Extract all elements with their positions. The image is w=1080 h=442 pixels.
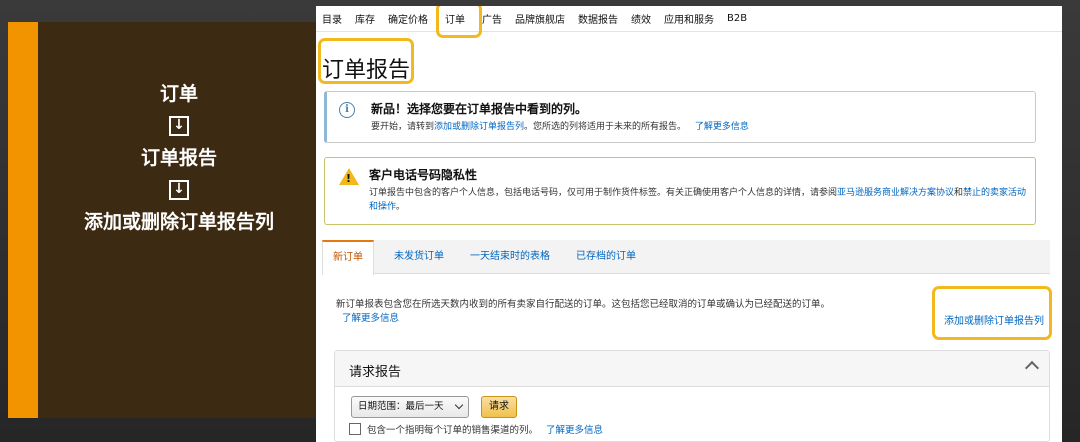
- warning-title: 客户电话号码隐私性: [369, 168, 478, 182]
- guide-steps: 订单 ↓ 订单报告 ↓ 添加或删除订单报告列: [38, 80, 320, 236]
- tab-archived-orders[interactable]: 已存档的订单: [566, 240, 646, 274]
- down-arrow-icon: ↓: [169, 116, 189, 136]
- add-remove-columns-link[interactable]: 添加或删除订单报告列: [434, 122, 524, 132]
- bsa-agreement-link[interactable]: 亚马逊服务商业解决方案协议: [837, 188, 954, 198]
- new-orders-description: 新订单报表包含您在所选天数内收到的所有卖家自行配送的订单。这包括您已经取消的订单…: [336, 299, 831, 324]
- tab-unshipped-orders[interactable]: 未发货订单: [384, 240, 454, 274]
- nav-item-apps-services[interactable]: 应用和服务: [664, 11, 714, 26]
- new-feature-notice: i 新品！选择您要在订单报告中看到的列。 要开始，请转到添加或删除订单报告列。您…: [324, 91, 1036, 143]
- report-tabs: 新订单 未发货订单 一天结束时的表格 已存档的订单: [322, 240, 1050, 275]
- request-report-header[interactable]: 请求报告: [335, 351, 1049, 387]
- chevron-up-icon[interactable]: [1024, 360, 1040, 376]
- checkbox-label: 包含一个指明每个订单的销售渠道的列。: [367, 425, 539, 436]
- warning-icon: !: [339, 168, 359, 185]
- highlight-nav-orders: [436, 6, 482, 38]
- privacy-warning-notice: ! 客户电话号码隐私性 订单报告中包含的客户个人信息，包括电话号码，仅可用于制作…: [324, 157, 1036, 225]
- learn-more-link[interactable]: 了解更多信息: [695, 122, 749, 132]
- highlight-add-remove-link: [932, 286, 1052, 340]
- guide-panel: 订单 ↓ 订单报告 ↓ 添加或删除订单报告列: [8, 22, 320, 418]
- tab-end-of-day-forms[interactable]: 一天结束时的表格: [460, 240, 560, 274]
- top-nav: 目录 库存 确定价格 订单 广告 品牌旗舰店 数据报告 绩效 应用和服务 B2B: [316, 6, 1062, 32]
- seller-central-page: 目录 库存 确定价格 订单 广告 品牌旗舰店 数据报告 绩效 应用和服务 B2B…: [316, 6, 1062, 442]
- nav-item-performance[interactable]: 绩效: [631, 11, 651, 26]
- nav-item-advertising[interactable]: 广告: [482, 11, 502, 26]
- tab-new-orders[interactable]: 新订单: [322, 240, 374, 275]
- screen: 订单 ↓ 订单报告 ↓ 添加或删除订单报告列 目录 库存 确定价格 订单 广告 …: [0, 0, 1080, 442]
- nav-item-inventory[interactable]: 库存: [355, 11, 375, 26]
- nav-item-b2b[interactable]: B2B: [727, 13, 747, 24]
- notice-body: 要开始，请转到添加或删除订单报告列。您所选的列将适用于未来的所有报告。 了解更多…: [371, 122, 749, 132]
- info-icon: i: [339, 102, 355, 118]
- learn-more-link[interactable]: 了解更多信息: [342, 313, 399, 324]
- nav-item-reports[interactable]: 数据报告: [578, 11, 618, 26]
- guide-step-add-remove-columns: 添加或删除订单报告列: [83, 211, 274, 233]
- chevron-down-icon: [454, 400, 464, 410]
- request-report-title: 请求报告: [349, 365, 402, 380]
- highlight-page-title: [318, 38, 414, 84]
- nav-item-stores[interactable]: 品牌旗舰店: [515, 11, 565, 26]
- request-report-panel: 请求报告 日期范围：最后一天 请求 包含一个指明每个订单的销售渠道的列。 了解更…: [334, 350, 1050, 442]
- guide-step-order-reports: 订单报告: [140, 147, 217, 169]
- nav-item-pricing[interactable]: 确定价格: [388, 11, 428, 26]
- guide-step-orders: 订单: [159, 83, 198, 105]
- notice-title: 新品！选择您要在订单报告中看到的列。: [371, 102, 588, 116]
- warning-body: 订单报告中包含的客户个人信息，包括电话号码，仅可用于制作货件标签。有关正确使用客…: [369, 188, 1027, 212]
- learn-more-link[interactable]: 了解更多信息: [546, 422, 603, 436]
- guide-accent-bar: [8, 22, 38, 418]
- date-range-select[interactable]: 日期范围：最后一天: [351, 396, 469, 418]
- sales-channel-option: 包含一个指明每个订单的销售渠道的列。 了解更多信息: [349, 422, 603, 436]
- sales-channel-checkbox[interactable]: [349, 423, 361, 435]
- down-arrow-icon: ↓: [169, 180, 189, 200]
- nav-item-catalog[interactable]: 目录: [322, 11, 342, 26]
- request-button[interactable]: 请求: [481, 396, 517, 418]
